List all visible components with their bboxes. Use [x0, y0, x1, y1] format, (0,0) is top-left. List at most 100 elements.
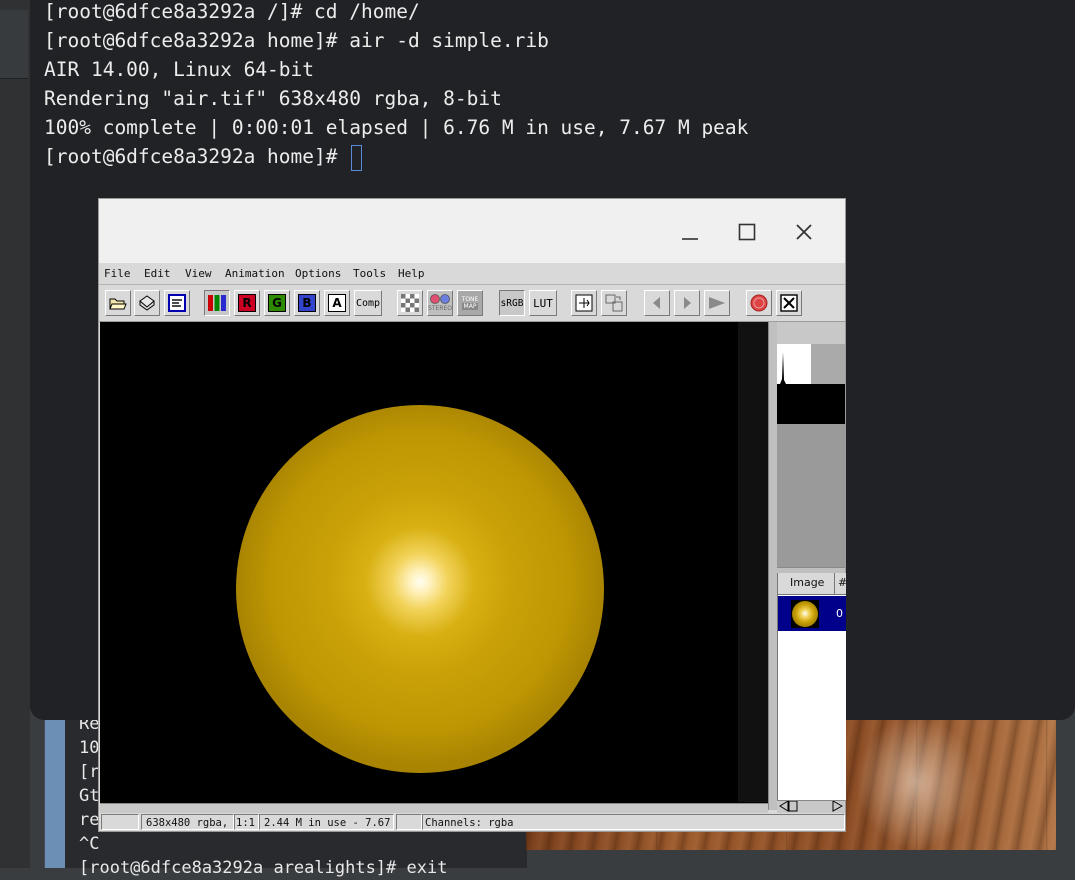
terminal-line: 100% complete | 0:00:01 elapsed | 6.76 M… [44, 116, 749, 139]
blue-channel-button[interactable]: B [294, 290, 320, 316]
menu-help[interactable]: Help [398, 267, 425, 280]
histogram-header [777, 322, 845, 344]
canvas-margin [738, 322, 768, 802]
play-icon [709, 297, 725, 309]
fit-window-icon [575, 294, 593, 312]
minimize-icon [682, 238, 698, 240]
status-channels: Channels: rgba [422, 814, 845, 830]
menu-edit[interactable]: Edit [144, 267, 171, 280]
background-terminal-line: re [79, 810, 100, 830]
menu-bar: File Edit View Animation Options Tools H… [99, 263, 845, 283]
image-canvas[interactable] [100, 322, 768, 810]
image-viewer-window[interactable]: File Edit View Animation Options Tools H… [98, 198, 847, 832]
status-spacer [396, 814, 422, 830]
horizontal-scrollbar[interactable] [100, 803, 768, 813]
map-label: MAP [461, 303, 479, 310]
menu-file[interactable]: File [104, 267, 131, 280]
play-button[interactable] [704, 290, 730, 316]
histogram-swatch [777, 384, 845, 424]
status-blank [101, 814, 139, 830]
terminal-prompt: [root@6dfce8a3292a home]# [44, 145, 350, 168]
alpha-channel-button[interactable]: A [324, 290, 350, 316]
tone-map-button[interactable]: TONE MAP [457, 290, 483, 316]
background-terminal-line: [root@6dfce8a3292a arealights]# exit [79, 858, 448, 878]
channel-b-label: B [298, 294, 316, 312]
fit-window-button[interactable] [571, 290, 597, 316]
menu-view[interactable]: View [185, 267, 212, 280]
checker-button[interactable] [397, 290, 423, 316]
crop-button[interactable] [601, 290, 627, 316]
toolbar: R G B A Comp STEREO TONE MAP sRGB LUT [99, 284, 845, 322]
background-terminal-line: [r [79, 762, 100, 782]
close-icon [796, 224, 812, 240]
lut-button[interactable]: LUT [529, 290, 557, 316]
image-list-row[interactable]: 0 [778, 596, 846, 631]
maximize-button[interactable] [732, 217, 762, 247]
window-titlebar[interactable] [99, 199, 845, 263]
checkerboard-icon [401, 294, 419, 312]
srgb-button[interactable]: sRGB [499, 290, 525, 316]
background-panel [0, 0, 30, 868]
stereo-button[interactable]: STEREO [427, 290, 453, 316]
previous-frame-button[interactable] [644, 290, 670, 316]
menu-animation[interactable]: Animation [225, 267, 285, 280]
scroll-right-icon [832, 801, 843, 812]
status-zoom: 1:1 [234, 814, 259, 830]
maximize-icon [738, 223, 756, 241]
histogram-graph [777, 344, 845, 384]
terminal-cursor [351, 144, 363, 171]
histogram-panel [777, 322, 845, 567]
channel-a-label: A [328, 294, 346, 312]
open-button[interactable] [105, 290, 131, 316]
status-resolution: 638x480 rgba, [141, 814, 234, 830]
triangle-left-icon [653, 297, 660, 309]
close-box-icon [780, 294, 798, 312]
terminal-prompt-line[interactable]: [root@6dfce8a3292a home]# [44, 142, 363, 171]
stereo-glasses-icon [430, 294, 450, 304]
next-frame-button[interactable] [674, 290, 700, 316]
minimize-button[interactable] [675, 217, 705, 247]
stop-circle-icon [750, 294, 768, 312]
stop-render-button[interactable] [746, 290, 772, 316]
background-tab[interactable] [0, 10, 28, 79]
image-list-header: Image # [778, 573, 847, 595]
close-button[interactable] [789, 217, 819, 247]
background-terminal-line: Gt [79, 786, 100, 806]
rgb-channels-button[interactable] [204, 290, 230, 316]
status-bar: 638x480 rgba, 1:1 2.44 M in use - 7.67 C… [99, 813, 845, 831]
image-row-number: 0 [836, 607, 843, 620]
red-channel-button[interactable]: R [234, 290, 260, 316]
column-image[interactable]: Image [790, 576, 824, 589]
background-terminal-line: 10 [79, 738, 100, 758]
info-button[interactable] [164, 290, 190, 316]
tone-label: TONE [461, 296, 479, 303]
rgb-bars-icon [208, 295, 226, 311]
save-button[interactable] [134, 290, 160, 316]
image-thumbnail [791, 600, 819, 628]
thumbnail-sphere [792, 601, 818, 627]
background-terminal-line: ^C [79, 834, 100, 854]
save-disk-icon [139, 295, 155, 311]
image-list-panel: Image # 0 [777, 573, 847, 800]
green-channel-button[interactable]: G [264, 290, 290, 316]
status-memory: 2.44 M in use - 7.67 [259, 814, 394, 830]
stereo-label: STEREO [428, 305, 452, 312]
close-image-button[interactable] [776, 290, 802, 316]
image-info-icon [168, 294, 186, 312]
comp-button[interactable]: Comp [354, 290, 382, 316]
terminal-line: AIR 14.00, Linux 64-bit [44, 58, 315, 81]
crop-region-icon [605, 294, 623, 312]
menu-tools[interactable]: Tools [353, 267, 386, 280]
channel-r-label: R [238, 294, 256, 312]
column-number[interactable]: # [834, 573, 847, 594]
terminal-line: Rendering "air.tif" 638x480 rgba, 8-bit [44, 87, 502, 110]
scroll-left-icon [779, 801, 798, 812]
terminal-line: [root@6dfce8a3292a /]# cd /home/ [44, 0, 420, 23]
wood-light-reflection [856, 715, 976, 850]
channel-g-label: G [268, 294, 286, 312]
open-folder-icon [109, 298, 127, 310]
list-scrollbar[interactable] [777, 800, 845, 813]
menu-options[interactable]: Options [295, 267, 341, 280]
histogram-plot [777, 344, 845, 384]
terminal-line: [root@6dfce8a3292a home]# air -d simple.… [44, 29, 549, 52]
